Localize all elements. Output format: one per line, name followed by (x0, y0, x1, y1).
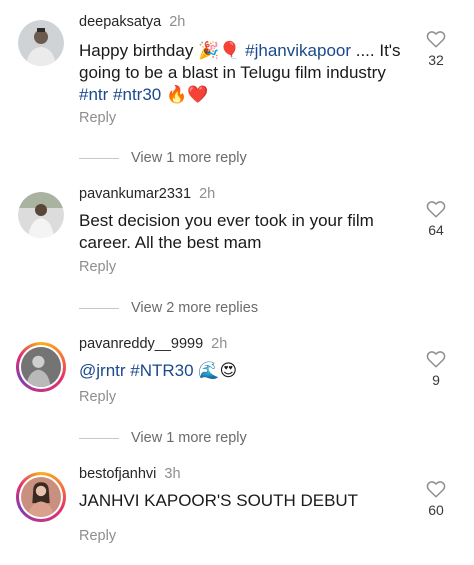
like-button[interactable]: 32 (424, 30, 448, 68)
avatar-photo (18, 192, 64, 238)
view-more-replies-label[interactable]: View 1 more reply (131, 430, 247, 446)
reply-button[interactable]: Reply (79, 110, 116, 126)
reply-button[interactable]: Reply (79, 259, 116, 275)
comment-text: JANHVI KAPOOR'S SOUTH DEBUT (79, 491, 359, 510)
party-emoji: 🎉🎈 (198, 41, 241, 60)
fire-heart-emoji: 🔥❤️ (165, 85, 209, 104)
comment-username[interactable]: pavankumar2331 2h (79, 186, 215, 202)
hashtag-link[interactable]: #ntr30 (113, 85, 161, 104)
comment-username[interactable]: deepaksatya 2h (79, 14, 185, 30)
heart-outline-icon (426, 201, 446, 218)
view-more-replies-label[interactable]: View 2 more replies (131, 300, 258, 316)
like-button[interactable]: 60 (424, 480, 448, 518)
mention-link[interactable]: @jrntr (79, 361, 126, 380)
reply-button[interactable]: Reply (79, 528, 116, 544)
like-count: 9 (432, 372, 440, 388)
divider-line (79, 307, 119, 309)
like-count: 64 (428, 222, 444, 238)
view-more-replies[interactable]: View 2 more replies (79, 300, 258, 316)
avatar-ring-gap (19, 475, 63, 519)
comment-timestamp: 2h (199, 186, 216, 202)
divider-line (79, 437, 119, 439)
wave-heart-eyes-emoji: 🌊😍 (198, 361, 238, 380)
avatar-photo (21, 477, 61, 517)
comment-text: Happy birthday 🎉🎈 #jhanvikapoor .... It'… (79, 40, 409, 106)
reply-button[interactable]: Reply (79, 389, 116, 405)
hashtag-link[interactable]: #jhanvikapoor (245, 41, 351, 60)
username-text[interactable]: deepaksatya (79, 14, 161, 30)
view-more-replies[interactable]: View 1 more reply (79, 150, 247, 166)
comment-timestamp: 3h (164, 466, 181, 482)
avatar-story-ring[interactable] (16, 342, 66, 392)
comment-timestamp: 2h (211, 336, 228, 352)
like-button[interactable]: 64 (424, 200, 448, 238)
view-more-replies-label[interactable]: View 1 more reply (131, 150, 247, 166)
comment-timestamp: 2h (169, 14, 186, 30)
avatar-photo (18, 20, 64, 66)
comment-text: Best decision you ever took in your film… (79, 211, 374, 252)
like-count: 60 (428, 502, 444, 518)
hashtag-link[interactable]: #ntr (79, 85, 108, 104)
comment-text: @jrntr #NTR30 🌊😍 (79, 360, 409, 382)
heart-outline-icon (426, 481, 446, 498)
comment-username[interactable]: bestofjanhvi 3h (79, 466, 181, 482)
avatar-ring-gap (19, 345, 63, 389)
avatar[interactable] (18, 20, 64, 66)
avatar-photo (21, 347, 61, 387)
comment-username[interactable]: pavanreddy__9999 2h (79, 336, 227, 352)
divider-line (79, 157, 119, 159)
username-text[interactable]: pavanreddy__9999 (79, 336, 203, 352)
heart-outline-icon (426, 351, 446, 368)
view-more-replies[interactable]: View 1 more reply (79, 430, 247, 446)
username-text[interactable]: pavankumar2331 (79, 186, 191, 202)
avatar-story-ring[interactable] (16, 472, 66, 522)
like-button[interactable]: 9 (424, 350, 448, 388)
hashtag-link[interactable]: #NTR30 (130, 361, 193, 380)
like-count: 32 (428, 52, 444, 68)
comment-text-segment: Happy birthday (79, 41, 199, 60)
avatar[interactable] (18, 192, 64, 238)
username-text[interactable]: bestofjanhvi (79, 466, 156, 482)
heart-outline-icon (426, 31, 446, 48)
